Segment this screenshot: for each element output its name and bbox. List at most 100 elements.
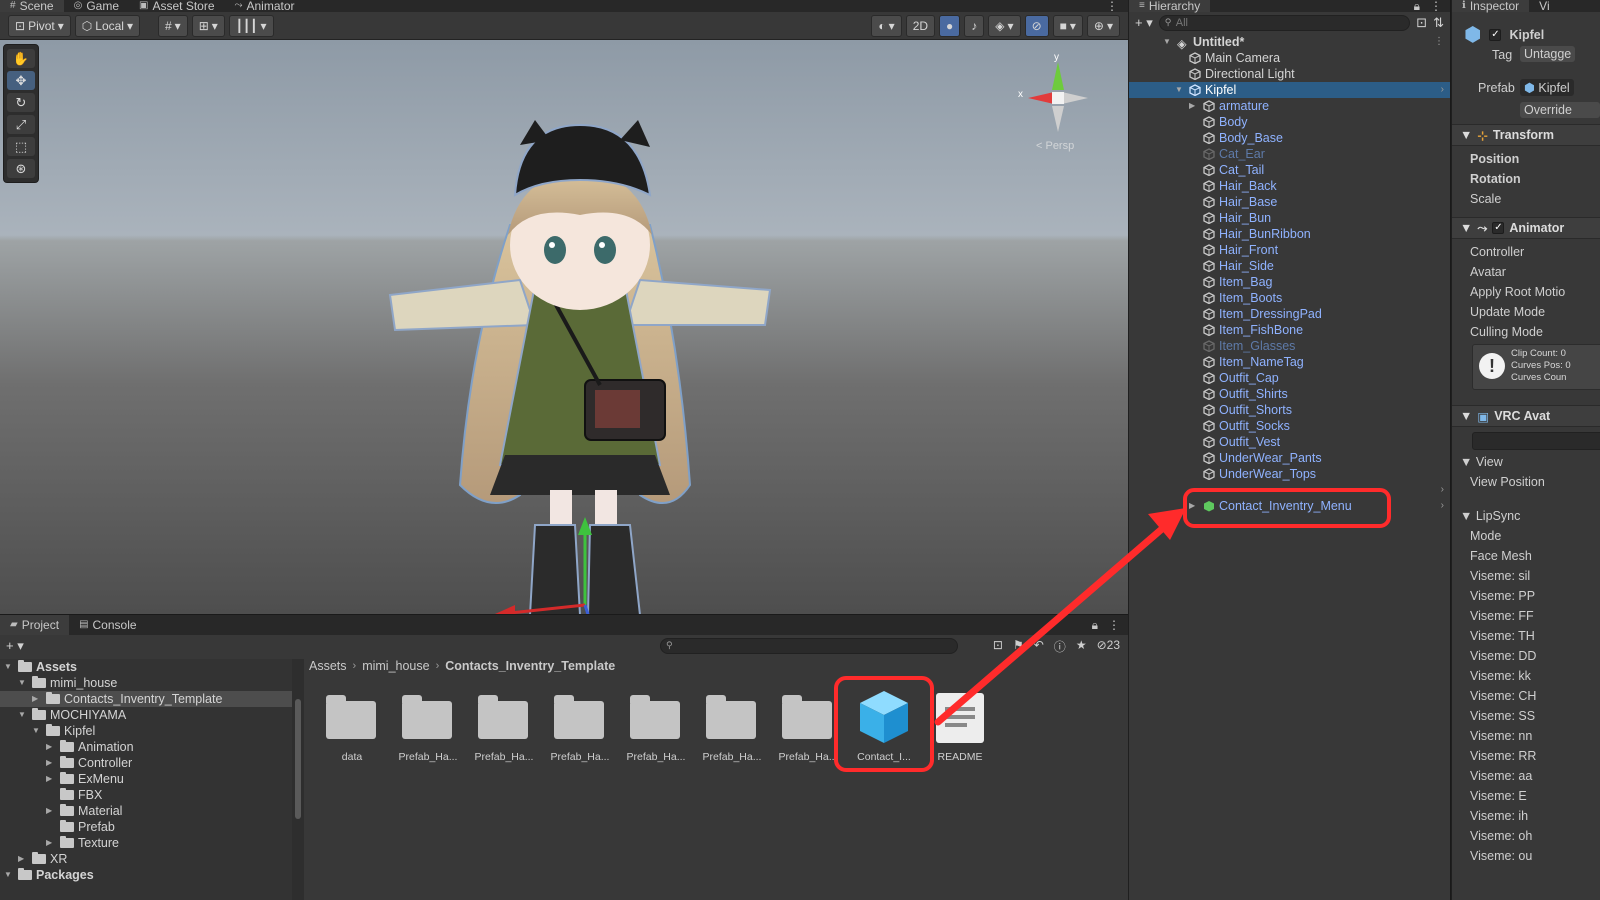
visibility-toggle[interactable]: ⊘ (1024, 14, 1049, 37)
hierarchy-item[interactable]: Hair_Front (1129, 242, 1450, 258)
hierarchy-item[interactable]: Outfit_Cap (1129, 370, 1450, 386)
hierarchy-item[interactable]: Hair_Back (1129, 178, 1450, 194)
transform-component-header[interactable]: ▼ ⊹ Transform (1452, 124, 1600, 146)
expand-arrow-icon[interactable]: ▶ (46, 755, 52, 771)
breadcrumb-current[interactable]: Contacts_Inventry_Template (445, 659, 615, 673)
hierarchy-item[interactable]: Main Camera (1129, 50, 1450, 66)
hand-tool-button[interactable]: ✋ (7, 49, 35, 68)
hierarchy-item[interactable]: Hair_Base (1129, 194, 1450, 210)
expand-arrow-icon[interactable]: ▶ (46, 739, 52, 755)
asset-item[interactable]: Prefab_Ha... (466, 687, 542, 771)
audio-toggle[interactable]: ♪ (964, 14, 985, 37)
tab-asset-store[interactable]: ▣ Asset Store (129, 0, 224, 12)
hierarchy-item[interactable]: Item_Glasses (1129, 338, 1450, 354)
rect-tool-button[interactable]: ⬚ (7, 137, 35, 156)
hierarchy-item[interactable]: Hair_BunRibbon (1129, 226, 1450, 242)
toggle-2d-button[interactable]: 2D (905, 14, 936, 37)
folder-tree-item[interactable]: ▼ Kipfel (0, 723, 292, 739)
expand-arrow-icon[interactable]: ▶ (1189, 98, 1195, 114)
tag-dropdown[interactable]: Untagge (1520, 46, 1576, 62)
tab-game[interactable]: ◎ Game (64, 0, 129, 12)
chevron-right-icon[interactable]: › (1441, 498, 1444, 514)
folder-tree-item[interactable]: ▶ Material (0, 803, 292, 819)
folder-tree-item[interactable]: ▶ Animation (0, 739, 292, 755)
hierarchy-item[interactable]: Item_DressingPad (1129, 306, 1450, 322)
increment-snap-button[interactable]: ┃┃┃ ▾ (228, 14, 274, 37)
chevron-right-icon[interactable]: › (1441, 82, 1444, 98)
sort-icon[interactable]: ⇅ (1433, 15, 1444, 31)
vrc-field[interactable] (1472, 432, 1600, 450)
tab-console[interactable]: ▤ Console (69, 615, 146, 635)
scrollbar-thumb[interactable] (295, 699, 301, 819)
expand-arrow-icon[interactable]: ▶ (46, 835, 52, 851)
folder-tree-scrollbar[interactable] (292, 659, 304, 900)
hierarchy-item[interactable]: Hair_Side (1129, 258, 1450, 274)
asset-item[interactable]: Prefab_Ha... (618, 687, 694, 771)
asset-item[interactable]: Prefab_Ha... (542, 687, 618, 771)
expand-arrow-icon[interactable]: ▼ (1175, 82, 1183, 98)
vrc-avatar-component-header[interactable]: ▼ ▣ VRC Avat (1452, 405, 1600, 427)
folder-tree-item[interactable]: ▼ MOCHIYAMA (0, 707, 292, 723)
expand-arrow-icon[interactable]: ▶ (46, 771, 52, 787)
hierarchy-item[interactable]: Outfit_Shirts (1129, 386, 1450, 402)
create-asset-button[interactable]: + ▾ (6, 638, 24, 654)
hierarchy-item[interactable]: Item_Boots (1129, 290, 1450, 306)
expand-arrow-icon[interactable]: ▼ (4, 659, 12, 675)
lock-icon[interactable]: 🔒︎ (1092, 618, 1098, 633)
tab-scene[interactable]: # Scene (0, 0, 64, 12)
scale-tool-button[interactable]: ⤢ (7, 115, 35, 134)
hierarchy-item[interactable]: Cat_Ear (1129, 146, 1450, 162)
tab-project[interactable]: ▰ Project (0, 615, 70, 635)
animator-enabled-checkbox[interactable]: ✓ (1492, 222, 1505, 234)
tab-inspector[interactable]: ℹ Inspector (1452, 0, 1530, 12)
lighting-toggle[interactable]: ● (939, 14, 961, 37)
hierarchy-item[interactable]: UnderWear_Pants (1129, 450, 1450, 466)
expand-arrow-icon[interactable]: ▼ (1163, 34, 1171, 50)
asset-item[interactable]: Prefab_Ha... (390, 687, 466, 771)
favorite-star-icon[interactable]: ★ (1076, 638, 1087, 655)
overrides-dropdown[interactable]: Override (1520, 102, 1600, 118)
hierarchy-item[interactable]: UnderWear_Tops (1129, 466, 1450, 482)
expand-arrow-icon[interactable]: ▼ (18, 675, 26, 691)
camera-dropdown[interactable]: ■ ▾ (1052, 14, 1083, 37)
move-tool-button[interactable]: ✥ (7, 71, 35, 90)
expand-arrow-icon[interactable]: ▼ (32, 723, 40, 739)
tab-vi[interactable]: Vi (1529, 0, 1559, 12)
asset-item[interactable]: Prefab_Ha... (694, 687, 770, 771)
info-circle-icon[interactable]: ⓘ (1054, 638, 1066, 655)
folder-tree-item[interactable]: ▶ Contacts_Inventry_Template (0, 691, 292, 707)
hierarchy-item[interactable]: Hair_Bun (1129, 210, 1450, 226)
persp-label[interactable]: < Persp (1036, 140, 1074, 152)
hierarchy-item[interactable]: ▶ armature (1129, 98, 1450, 114)
asset-item[interactable]: data (314, 687, 390, 771)
kebab-menu-icon[interactable]: ⋮ (1108, 618, 1120, 633)
hidden-packages-toggle[interactable]: ⊘23 (1097, 638, 1120, 655)
breadcrumb-assets[interactable]: Assets (309, 659, 347, 673)
hierarchy-search-input[interactable]: ⚲ All (1158, 15, 1411, 31)
expand-arrow-icon[interactable]: ▶ (46, 803, 52, 819)
animator-component-header[interactable]: ▼ ⤳ ✓ Animator (1452, 217, 1600, 239)
rotate-tool-button[interactable]: ↻ (7, 93, 35, 112)
search-by-label-icon[interactable]: ⚑ (1013, 638, 1024, 655)
prefab-field[interactable]: ⬢ Kipfel (1520, 79, 1574, 96)
effects-toggle[interactable]: ◈ ▾ (988, 14, 1021, 37)
folder-tree-item[interactable]: ▼ Packages (0, 867, 292, 883)
scene-root-row[interactable]: ▼ ◈ Untitled* ⋮ (1129, 34, 1450, 51)
expand-arrow-icon[interactable]: ▼ (18, 707, 26, 723)
active-checkbox[interactable]: ✓ (1489, 28, 1502, 41)
avatar-character[interactable] (370, 85, 790, 614)
lipsync-foldout[interactable]: ▼ LipSync (1460, 509, 1600, 523)
shading-mode-button[interactable]: ◐ ▾ (871, 14, 902, 37)
hierarchy-item[interactable]: ▼ Kipfel › (1129, 82, 1450, 98)
grid-snap-button[interactable]: # ▾ (157, 14, 188, 37)
folder-tree-item[interactable]: FBX (0, 787, 292, 803)
hierarchy-item[interactable]: Body_Base (1129, 130, 1450, 146)
expand-arrow-icon[interactable]: ▼ (4, 867, 12, 883)
hierarchy-item[interactable]: Outfit_Socks (1129, 418, 1450, 434)
folder-tree-item[interactable]: ▶ XR (0, 851, 292, 867)
scene-search-icon[interactable]: ⊡ (1416, 15, 1427, 31)
tab-hierarchy[interactable]: ≡ Hierarchy (1129, 0, 1211, 12)
tab-animator[interactable]: ⤳ Animator (225, 0, 305, 12)
folder-tree-item[interactable]: ▶ Texture (0, 835, 292, 851)
hierarchy-item[interactable]: Item_Bag (1129, 274, 1450, 290)
